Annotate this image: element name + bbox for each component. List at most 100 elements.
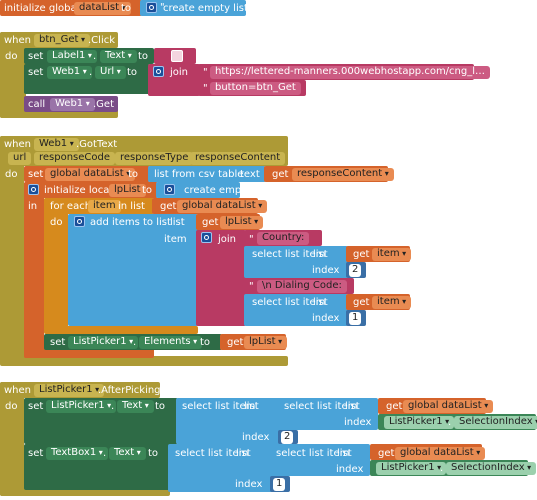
local-var-name-field[interactable]: lpList <box>109 184 146 197</box>
mutator-gear-icon[interactable] <box>28 184 39 195</box>
open-quote: " <box>203 67 208 78</box>
when-label: when <box>4 385 32 396</box>
url-text-string[interactable]: https://lettered-manners.000webhostapp.c… <box>210 66 491 79</box>
var-dropdown-lplist[interactable]: lpList <box>220 216 264 229</box>
var-dropdown-global-datalist[interactable]: global dataList <box>45 168 136 181</box>
country-text-string[interactable]: Country: <box>257 232 310 245</box>
list-socket-label: list <box>170 217 185 228</box>
mutator-gear-icon[interactable] <box>74 216 85 227</box>
number-value-1[interactable]: 1 <box>273 478 286 491</box>
component-dropdown-listpicker1[interactable]: ListPicker1 <box>68 336 139 349</box>
do-label: do <box>50 217 63 228</box>
component-dropdown-label1[interactable]: Label1 <box>47 50 97 63</box>
init-local-label: initialize local <box>44 185 113 196</box>
get-label: get <box>227 337 244 348</box>
var-dropdown-global-datalist[interactable]: global dataList <box>395 447 486 460</box>
call-label: call <box>28 99 46 110</box>
param-response-content[interactable]: responseContent <box>190 152 286 165</box>
get-label: get <box>160 201 177 212</box>
mutator-gear-icon[interactable] <box>164 184 175 195</box>
to-label: to <box>142 185 153 196</box>
to-label: to <box>155 401 166 412</box>
set-label: set <box>28 448 44 459</box>
param-response-code[interactable]: responseCode <box>34 152 116 165</box>
component-dropdown-listpicker1[interactable]: ListPicker1 <box>34 384 105 397</box>
list-socket-label: list <box>236 448 251 459</box>
list-socket-label: list <box>313 249 328 260</box>
number-value-2[interactable]: 2 <box>281 431 294 444</box>
in-list-label: in list <box>118 201 145 212</box>
get-label: get <box>353 249 370 260</box>
mutator-gear-icon[interactable] <box>201 232 212 243</box>
loop-var-item[interactable]: item <box>88 200 121 213</box>
join-label: join <box>170 67 189 78</box>
init-global-label: initialize global <box>4 3 80 14</box>
mutator-gear-icon[interactable] <box>153 66 164 77</box>
component-dropdown-web1[interactable]: Web1 <box>50 98 95 111</box>
var-dropdown-response-content[interactable]: responseContent <box>292 168 394 181</box>
to-label: to <box>121 3 132 14</box>
index-socket-label: index <box>336 464 364 475</box>
text-string-field[interactable] <box>171 50 183 62</box>
component-dropdown-btn-get[interactable]: btn_Get <box>34 34 90 47</box>
event-name-gottext: .GotText <box>76 139 118 150</box>
component-dropdown-listpicker1[interactable]: ListPicker1 <box>376 462 447 475</box>
csv-label: list from csv table <box>154 169 244 180</box>
property-dropdown-text[interactable]: Text <box>117 400 154 413</box>
method-name-get: .Get <box>93 99 115 110</box>
property-dropdown-selectionindex[interactable]: SelectionIndex <box>446 462 537 475</box>
join-label: join <box>218 234 237 245</box>
component-dropdown-listpicker1[interactable]: ListPicker1 <box>46 400 117 413</box>
set-label: set <box>28 401 44 412</box>
var-dropdown-item[interactable]: item <box>372 296 412 309</box>
component-dropdown-listpicker1[interactable]: ListPicker1 <box>384 416 455 429</box>
event-name-afterpicking: .AfterPicking <box>98 385 161 396</box>
get-label: get <box>378 448 395 459</box>
set-label: set <box>28 67 44 78</box>
property-dropdown-url[interactable]: Url <box>95 66 126 79</box>
add-items-to-list-block[interactable] <box>68 214 198 326</box>
dot-label: . <box>440 463 444 474</box>
component-dropdown-web1[interactable]: Web1 <box>34 138 79 151</box>
set-label: set <box>28 169 44 180</box>
dot-label: . <box>111 401 115 412</box>
in-label: in <box>28 201 38 212</box>
number-value-1[interactable]: 1 <box>349 312 362 325</box>
number-value-2[interactable]: 2 <box>349 264 362 277</box>
property-dropdown-text[interactable]: Text <box>100 50 137 63</box>
property-dropdown-elements[interactable]: Elements <box>139 336 203 349</box>
dialing-code-text-string[interactable]: \n Dialing Code: <box>257 280 347 293</box>
when-label: when <box>4 35 32 46</box>
when-label: when <box>4 139 32 150</box>
var-dropdown-lplist[interactable]: lpList <box>244 336 288 349</box>
var-dropdown-global-datalist[interactable]: global dataList <box>177 200 268 213</box>
component-dropdown-textbox1[interactable]: TextBox1 <box>46 447 108 460</box>
get-label: get <box>272 169 289 180</box>
do-label: do <box>5 169 18 180</box>
property-dropdown-text[interactable]: Text <box>109 447 146 460</box>
to-label: to <box>138 51 149 62</box>
open-quote: " <box>249 281 254 292</box>
button-text-string[interactable]: button=btn_Get <box>210 82 301 95</box>
open-quote: " <box>249 234 254 245</box>
var-dropdown-global-datalist[interactable]: global dataList <box>403 400 494 413</box>
to-label: to <box>128 169 139 180</box>
param-response-type[interactable]: responseType <box>115 152 194 165</box>
dot-label: . <box>93 51 97 62</box>
var-dropdown-item[interactable]: item <box>372 248 412 261</box>
list-socket-label: list <box>345 401 360 412</box>
mutator-gear-icon[interactable] <box>146 2 157 13</box>
do-label: do <box>5 51 18 62</box>
index-socket-label: index <box>344 417 372 428</box>
param-url[interactable]: url <box>8 152 32 165</box>
dot-label: . <box>448 417 452 428</box>
dot-label: . <box>133 337 137 348</box>
list-socket-label: list <box>313 297 328 308</box>
index-socket-label: index <box>312 265 340 276</box>
get-label: get <box>202 217 219 228</box>
component-dropdown-web1[interactable]: Web1 <box>47 66 92 79</box>
create-empty-list-label: create empty list <box>184 185 269 196</box>
property-dropdown-selectionindex[interactable]: SelectionIndex <box>454 416 537 429</box>
list-socket-label: list <box>244 401 259 412</box>
to-label: to <box>127 67 138 78</box>
